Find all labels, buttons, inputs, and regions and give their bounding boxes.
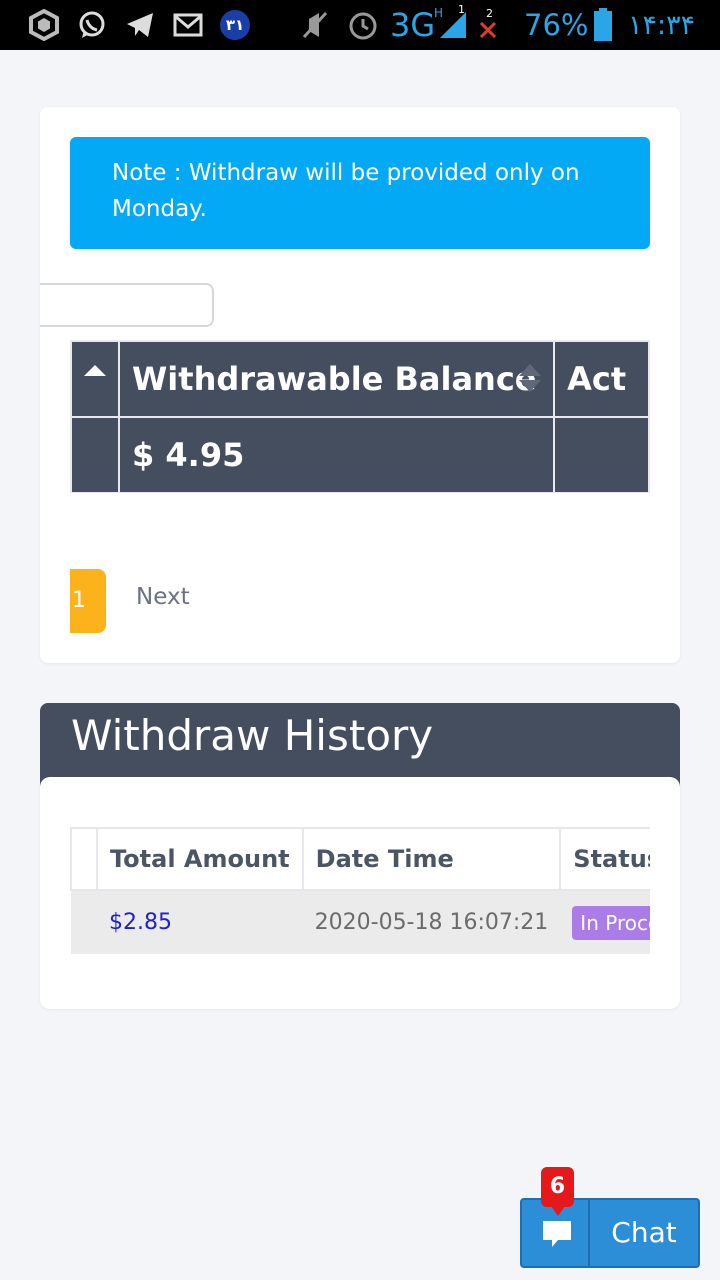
page-button-1[interactable]: 1 <box>70 569 106 633</box>
battery-percent: 76% <box>524 8 589 42</box>
table-cell <box>70 416 120 493</box>
withdraw-note: Note : Withdraw will be provided only on… <box>70 137 650 249</box>
calendar-icon: ۳۱ <box>219 9 251 41</box>
history-title: Withdraw History <box>71 711 434 760</box>
balance-table-wrapper[interactable]: Withdrawable Balance Act $ 4.95 <box>70 340 650 493</box>
status-cell: In Processing <box>560 890 650 954</box>
sim1-label: 1 <box>458 2 465 16</box>
balance-value: $ 4.95 <box>117 416 556 493</box>
chat-button[interactable]: Chat <box>520 1198 700 1268</box>
table-cell <box>71 890 97 954</box>
withdrawable-balance-header[interactable]: Withdrawable Balance <box>117 340 556 418</box>
app-icon <box>26 9 62 41</box>
column-header[interactable] <box>70 827 98 891</box>
chat-label: Chat <box>611 1216 677 1249</box>
battery-icon <box>592 8 614 41</box>
action-cell[interactable] <box>553 416 650 493</box>
table-row: $2.85 2020-05-18 16:07:21 In Processing <box>71 890 650 954</box>
mail-icon <box>172 9 204 41</box>
date-time-header[interactable]: Date Time <box>301 827 562 891</box>
sort-column-header[interactable] <box>70 340 120 418</box>
amount-cell: $2.85 <box>97 890 303 954</box>
no-signal-icon <box>478 20 498 40</box>
next-page-link[interactable]: Next <box>136 584 190 610</box>
sort-asc-icon <box>84 365 106 376</box>
search-input[interactable] <box>40 283 214 327</box>
mute-icon <box>298 9 332 41</box>
history-table-wrapper[interactable]: Total Amount Date Time Status $2.85 2020… <box>70 827 650 955</box>
whatsapp-icon <box>76 9 108 41</box>
balance-table: Withdrawable Balance Act $ 4.95 <box>70 340 650 493</box>
chat-bubble-icon <box>543 1221 571 1247</box>
action-header[interactable]: Act <box>553 340 650 418</box>
status-bar: ۳۱ 3G H 1 2 76% ۱۴:۳۴ <box>0 0 720 50</box>
datetime-cell: 2020-05-18 16:07:21 <box>302 890 561 954</box>
clock: ۱۴:۳۴ <box>628 9 696 41</box>
history-card: Total Amount Date Time Status $2.85 2020… <box>40 777 680 1009</box>
chat-unread-badge: 6 <box>541 1167 574 1216</box>
header-label: Withdrawable Balance <box>132 360 537 398</box>
total-amount-header[interactable]: Total Amount <box>96 827 304 891</box>
sort-icon <box>519 364 542 392</box>
calendar-day: ۳۱ <box>220 10 250 40</box>
network-type: 3G <box>390 6 436 44</box>
status-badge: In Processing <box>572 905 650 940</box>
alarm-icon <box>346 9 380 41</box>
status-header[interactable]: Status <box>559 827 650 891</box>
telegram-icon <box>124 9 156 41</box>
history-table: Total Amount Date Time Status $2.85 2020… <box>70 827 650 954</box>
balance-card: Note : Withdraw will be provided only on… <box>40 107 680 663</box>
table-row: $ 4.95 <box>70 416 650 493</box>
